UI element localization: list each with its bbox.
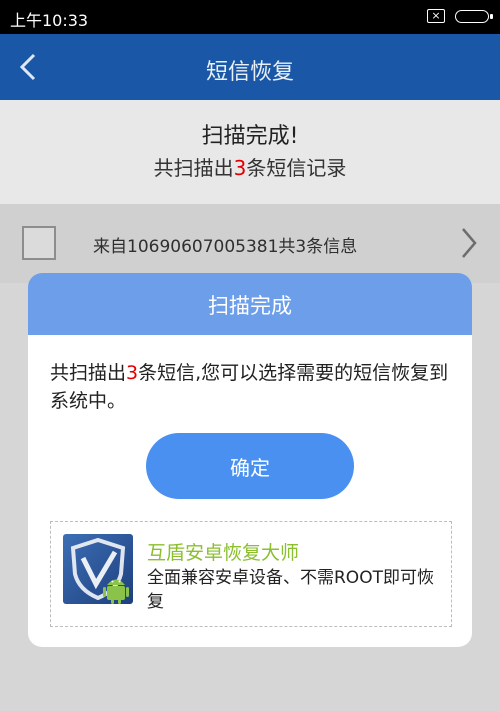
summary-title: 扫描完成! — [201, 124, 299, 149]
shield-android-logo-icon — [63, 534, 133, 604]
scan-summary: 扫描完成! 共扫描出3条短信记录 — [0, 100, 500, 204]
battery-icon — [455, 10, 493, 23]
summary-subtitle: 共扫描出3条短信记录 — [0, 152, 500, 181]
promo-title: 互盾安卓恢复大师 — [147, 542, 300, 564]
summary-prefix: 共扫描出 — [153, 156, 234, 180]
page-title: 短信恢复 — [205, 60, 294, 85]
app-bar: 短信恢复 — [0, 34, 500, 100]
dialog-msg-count: 3 — [126, 362, 139, 384]
status-bar: 上午10:33 × — [0, 0, 500, 34]
dialog-message: 共扫描出3条短信,您可以选择需要的短信恢复到系统中。 — [50, 359, 450, 415]
ok-button[interactable]: 确定 — [146, 433, 354, 499]
status-time: 上午10:33 — [10, 11, 89, 30]
dialog-msg-prefix: 共扫描出 — [50, 362, 127, 384]
promo-description: 全面兼容安卓设备、不需ROOT即可恢复 — [147, 568, 434, 612]
summary-count: 3 — [233, 156, 247, 180]
x-box-icon: × — [427, 9, 445, 23]
dialog-title: 扫描完成 — [208, 294, 292, 318]
scan-complete-dialog: 扫描完成 共扫描出3条短信,您可以选择需要的短信恢复到系统中。 确定 互盾安卓恢… — [28, 273, 472, 647]
summary-suffix: 条短信记录 — [246, 156, 347, 180]
dialog-header: 扫描完成 — [28, 273, 472, 335]
promo-banner[interactable]: 互盾安卓恢复大师 全面兼容安卓设备、不需ROOT即可恢复 — [50, 521, 452, 627]
